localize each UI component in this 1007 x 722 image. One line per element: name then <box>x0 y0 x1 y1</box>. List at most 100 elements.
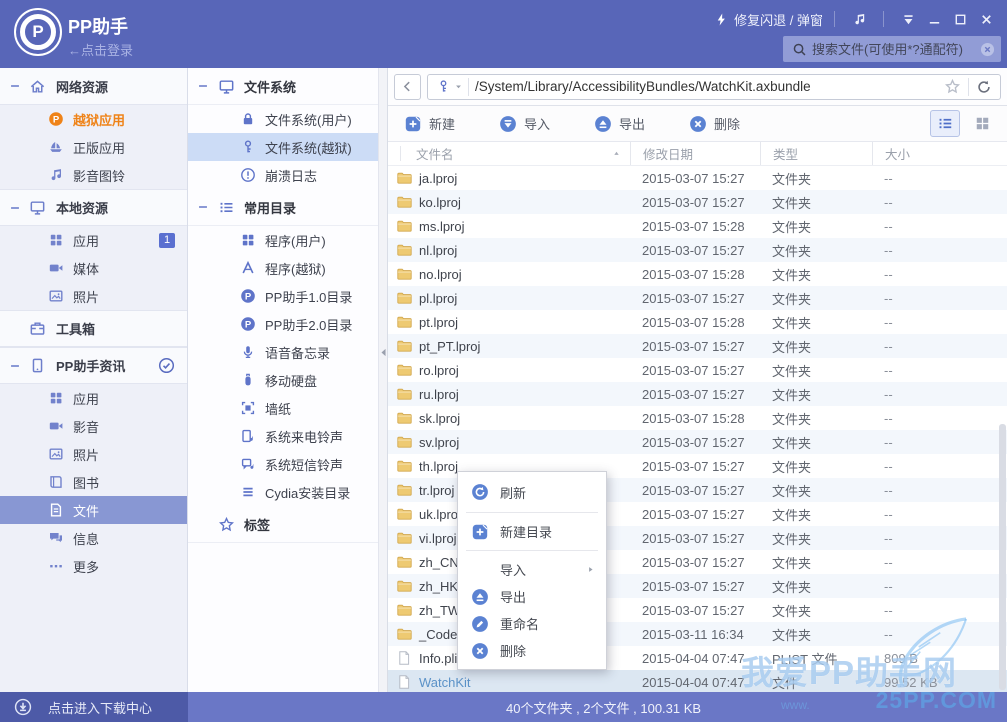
sidebar-item-照片[interactable]: 照片 <box>0 282 187 310</box>
context-menu-item-重命名[interactable]: 重命名 <box>458 610 606 637</box>
music-button[interactable] <box>846 7 872 31</box>
sidebar-item-影音图铃[interactable]: 影音图铃 <box>0 161 187 189</box>
file-row[interactable]: pt.lproj2015-03-07 15:28文件夹-- <box>388 310 1007 334</box>
sidebar-item-更多[interactable]: 更多 <box>0 552 187 580</box>
file-name-cell: ru.lproj <box>388 386 630 402</box>
folder-icon <box>396 386 412 402</box>
file-row[interactable]: ja.lproj2015-03-07 15:27文件夹-- <box>388 166 1007 190</box>
toolbar-button-导入[interactable]: 导入 <box>493 110 556 137</box>
context-menu-item-导入[interactable]: 导入 <box>458 556 606 583</box>
tree-section-常用目录[interactable]: 常用目录 <box>188 189 378 226</box>
download-manager-button[interactable] <box>895 7 921 31</box>
file-row[interactable]: ro.lproj2015-03-07 15:27文件夹-- <box>388 358 1007 382</box>
tree-item-移动硬盘[interactable]: 移动硬盘 <box>188 366 378 394</box>
download-center-bar[interactable]: 点击进入下载中心 <box>0 692 188 722</box>
apps-grid-icon <box>48 232 64 248</box>
favorite-star-icon[interactable] <box>944 78 961 95</box>
tree-item-墙纸[interactable]: 墙纸 <box>188 394 378 422</box>
tree-item-Cydia安装目录[interactable]: Cydia安装目录 <box>188 478 378 506</box>
toolbar-button-新建[interactable]: 新建 <box>398 110 461 137</box>
minimize-button[interactable] <box>921 7 947 31</box>
sidebar-section-PP助手资讯[interactable]: PP助手资讯 <box>0 347 187 384</box>
list-view-button[interactable] <box>930 110 960 137</box>
column-header-label: 大小 <box>885 144 910 163</box>
tree-item-文件系统(越狱)[interactable]: 文件系统(越狱) <box>188 133 378 161</box>
column-header-修改日期[interactable]: 修改日期 <box>630 142 760 165</box>
file-name: no.lproj <box>419 267 462 282</box>
menu-separator <box>466 512 598 513</box>
column-header-文件名[interactable]: 文件名 <box>388 142 630 165</box>
sidebar-item-影音[interactable]: 影音 <box>0 412 187 440</box>
file-row[interactable]: no.lproj2015-03-07 15:28文件夹-- <box>388 262 1007 286</box>
video-camera-icon <box>48 418 64 434</box>
tree-item-文件系统(用户)[interactable]: 文件系统(用户) <box>188 105 378 133</box>
file-type: 文件夹 <box>760 193 872 212</box>
tree-item-label: 移动硬盘 <box>265 371 317 390</box>
ring-call-icon <box>240 428 256 444</box>
login-link[interactable]: ←点击登录 <box>68 40 133 59</box>
tree-section-文件系统[interactable]: 文件系统 <box>188 68 378 105</box>
tree-section-标签[interactable]: 标签 <box>188 506 378 543</box>
sidebar-item-label: 文件 <box>73 501 99 520</box>
tree-item-程序(用户)[interactable]: 程序(用户) <box>188 226 378 254</box>
search-input[interactable] <box>812 42 980 57</box>
tree-item-系统来电铃声[interactable]: 系统来电铃声 <box>188 422 378 450</box>
file-row[interactable]: pt_PT.lproj2015-03-07 15:27文件夹-- <box>388 334 1007 358</box>
sidebar-item-文件[interactable]: 文件 <box>0 496 187 524</box>
sidebar-item-label: 影音 <box>73 417 99 436</box>
address-bar[interactable]: /System/Library/AccessibilityBundles/Wat… <box>427 74 1001 100</box>
collapse-minus-icon <box>196 79 210 93</box>
pp-logo[interactable]: P <box>14 8 62 56</box>
fix-crash-popup-link[interactable]: 修复闪退 / 弹窗 <box>714 10 823 29</box>
file-row[interactable]: sk.lproj2015-03-07 15:28文件夹-- <box>388 406 1007 430</box>
toolbar-button-导出[interactable]: 导出 <box>588 110 651 137</box>
pp-assistant-window: P PP助手 ←点击登录 修复闪退 / 弹窗 网络资源P越狱应用正版应用影音图铃… <box>0 0 1007 722</box>
toolbar-button-删除[interactable]: 删除 <box>683 110 746 137</box>
file-row[interactable]: ko.lproj2015-03-07 15:27文件夹-- <box>388 190 1007 214</box>
column-header-大小[interactable]: 大小 <box>872 142 1007 165</box>
maximize-button[interactable] <box>947 7 973 31</box>
context-menu-item-刷新[interactable]: 刷新 <box>458 477 606 507</box>
tree-item-语音备忘录[interactable]: 语音备忘录 <box>188 338 378 366</box>
file-row[interactable]: sv.lproj2015-03-07 15:27文件夹-- <box>388 430 1007 454</box>
sidebar-section-工具箱[interactable]: 工具箱 <box>0 310 187 347</box>
menu-separator <box>466 550 598 551</box>
back-button[interactable] <box>394 74 421 100</box>
clear-search-icon[interactable] <box>980 42 995 57</box>
tree-item-系统短信铃声[interactable]: 系统短信铃声 <box>188 450 378 478</box>
folder-icon <box>396 170 412 186</box>
sidebar-item-应用[interactable]: 应用1 <box>0 226 187 254</box>
context-menu-item-新建目录[interactable]: 新建目录 <box>458 518 606 545</box>
tree-item-label: 程序(越狱) <box>265 259 326 278</box>
grid-view-button[interactable] <box>967 110 997 137</box>
file-type: 文件夹 <box>760 481 872 500</box>
sidebar-item-应用[interactable]: 应用 <box>0 384 187 412</box>
vertical-scrollbar[interactable] <box>999 424 1006 690</box>
file-row[interactable]: nl.lproj2015-03-07 15:27文件夹-- <box>388 238 1007 262</box>
column-header-类型[interactable]: 类型 <box>760 142 872 165</box>
sidebar-item-图书[interactable]: 图书 <box>0 468 187 496</box>
context-menu-item-删除[interactable]: 删除 <box>458 637 606 664</box>
sidebar-section-本地资源[interactable]: 本地资源 <box>0 189 187 226</box>
sidebar-section-网络资源[interactable]: 网络资源 <box>0 68 187 105</box>
sidebar-item-信息[interactable]: 信息 <box>0 524 187 552</box>
search-icon <box>792 42 807 57</box>
chevron-down-icon[interactable] <box>453 81 464 92</box>
refresh-icon[interactable] <box>976 79 992 95</box>
close-button[interactable] <box>973 7 999 31</box>
tree-item-PP助手2.0目录[interactable]: PPP助手2.0目录 <box>188 310 378 338</box>
current-path[interactable]: /System/Library/AccessibilityBundles/Wat… <box>475 79 944 94</box>
tree-item-程序(越狱)[interactable]: 程序(越狱) <box>188 254 378 282</box>
panel-splitter[interactable] <box>378 68 388 692</box>
sidebar-item-越狱应用[interactable]: P越狱应用 <box>0 105 187 133</box>
sidebar-item-正版应用[interactable]: 正版应用 <box>0 133 187 161</box>
file-row[interactable]: WatchKit2015-04-04 07:47文件99.52 KB <box>388 670 1007 692</box>
tree-item-崩溃日志[interactable]: 崩溃日志 <box>188 161 378 189</box>
file-row[interactable]: pl.lproj2015-03-07 15:27文件夹-- <box>388 286 1007 310</box>
file-row[interactable]: ms.lproj2015-03-07 15:28文件夹-- <box>388 214 1007 238</box>
sidebar-item-媒体[interactable]: 媒体 <box>0 254 187 282</box>
context-menu-item-导出[interactable]: 导出 <box>458 583 606 610</box>
sidebar-item-照片[interactable]: 照片 <box>0 440 187 468</box>
tree-item-PP助手1.0目录[interactable]: PPP助手1.0目录 <box>188 282 378 310</box>
file-row[interactable]: ru.lproj2015-03-07 15:27文件夹-- <box>388 382 1007 406</box>
